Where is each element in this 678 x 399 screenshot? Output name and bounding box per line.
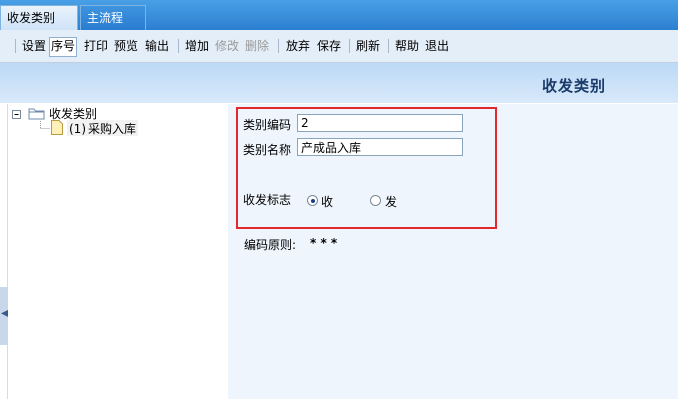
toolbar-separator [349, 39, 350, 53]
tab-strip: 收发类别✕ 主流程 [0, 0, 678, 50]
toolbar-separator [388, 39, 389, 53]
modify-button[interactable]: 修改 [215, 38, 239, 56]
sequence-button[interactable]: 序号 [49, 37, 78, 57]
preview-button[interactable]: 预览 [114, 38, 138, 56]
tree-item-code: (1) [69, 122, 86, 136]
print-button[interactable]: 打印 [84, 38, 108, 56]
collapse-toggle[interactable] [12, 110, 21, 119]
tab-receive-dispatch-category[interactable]: 收发类别✕ [0, 5, 78, 50]
splitter [0, 104, 8, 399]
tree-item[interactable]: (1) 采购入库 [67, 120, 139, 136]
tab-label: 收发类别 [7, 11, 56, 25]
export-button[interactable]: 输出 [145, 38, 169, 56]
toolbar-separator [15, 39, 16, 53]
settings-button[interactable]: 设置 [22, 38, 46, 56]
save-button[interactable]: 保存 [317, 38, 341, 56]
help-button[interactable]: 帮助 [395, 38, 419, 56]
highlight-box [236, 107, 497, 229]
document-icon [51, 120, 63, 135]
add-button[interactable]: 增加 [185, 38, 209, 56]
toolbar: 设置 序号 打印 预览 输出 增加 修改 删除 放弃 保存 刷新 帮助 退出 [0, 30, 678, 63]
coding-rule-value: * * * [310, 236, 338, 250]
toolbar-separator [178, 39, 179, 53]
exit-button[interactable]: 退出 [425, 38, 449, 56]
page-title: 收发类别 [541, 77, 606, 95]
folder-icon [28, 108, 45, 120]
page-header: 收发类别 [0, 63, 678, 103]
refresh-button[interactable]: 刷新 [356, 38, 380, 56]
tab-label: 主流程 [87, 11, 124, 25]
tree-item-label: 采购入库 [88, 122, 137, 136]
toolbar-separator [278, 39, 279, 53]
delete-button[interactable]: 删除 [245, 38, 269, 56]
abandon-button[interactable]: 放弃 [286, 38, 310, 56]
coding-rule-label: 编码原则: [244, 238, 297, 252]
category-tree: 收发类别 (1) 采购入库 [8, 104, 228, 399]
tab-main-flow[interactable]: 主流程 [80, 5, 146, 30]
